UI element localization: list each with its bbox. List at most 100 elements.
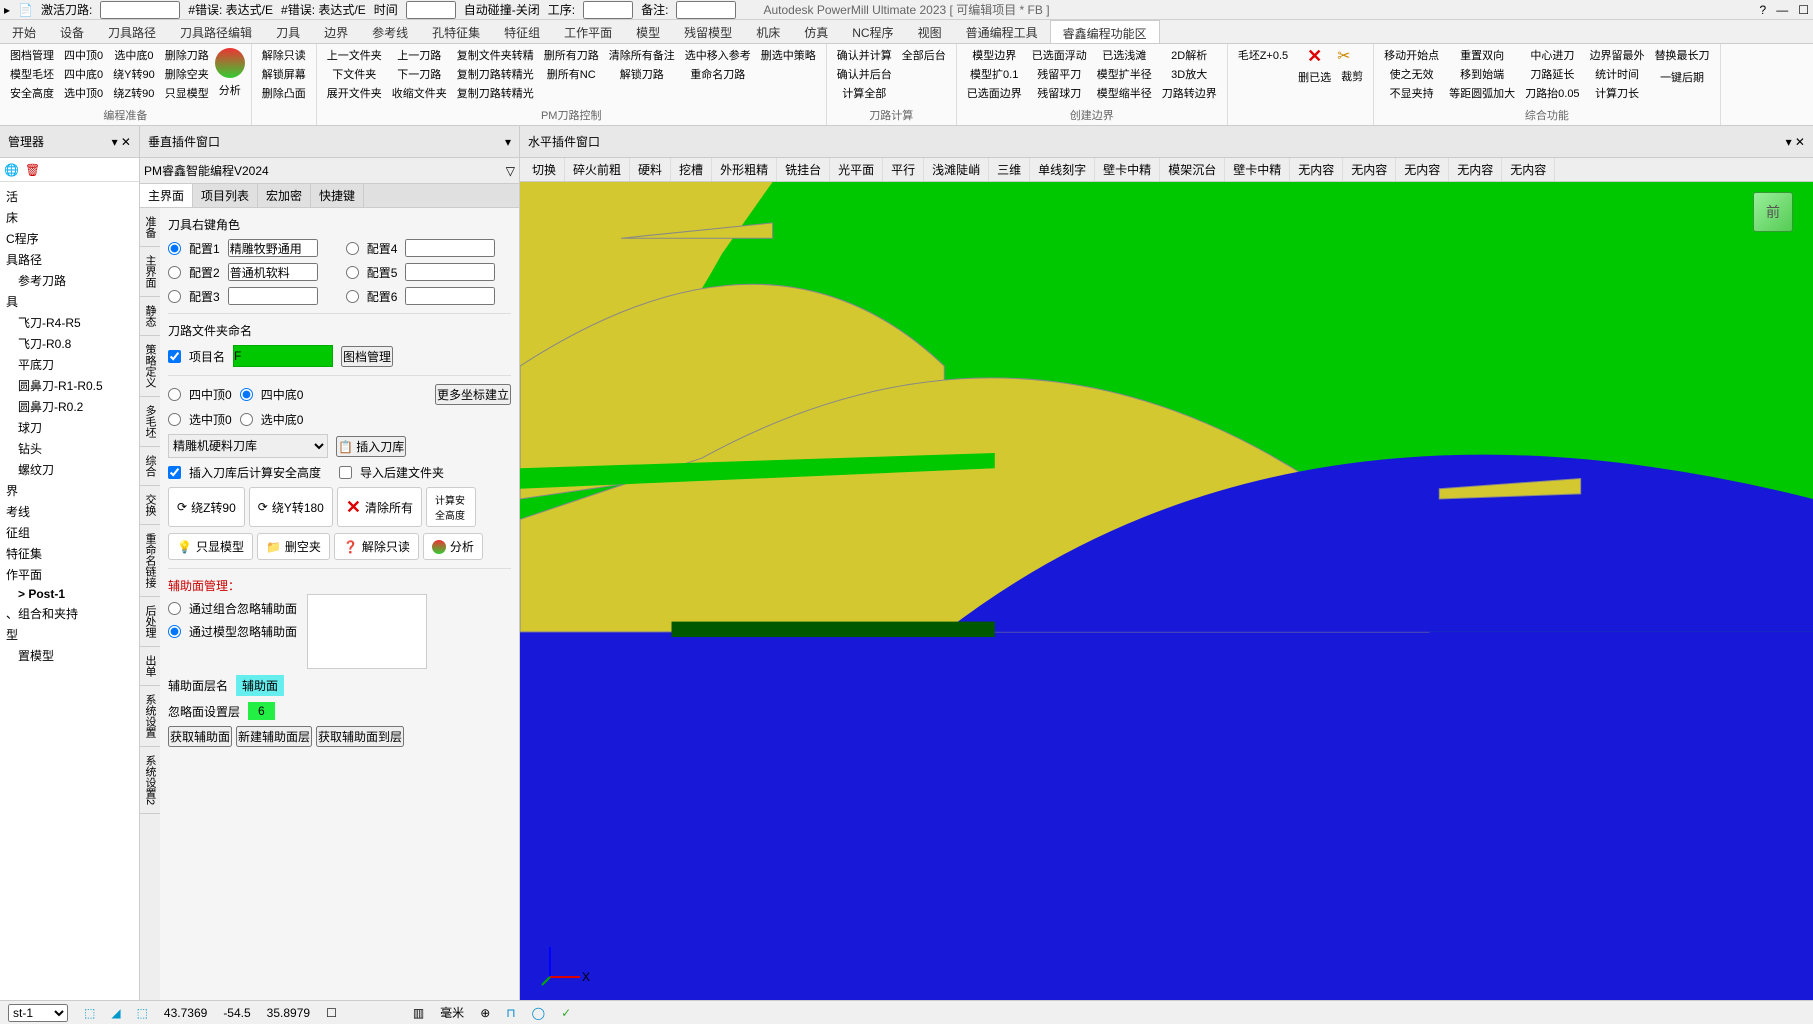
ribbon-tab[interactable]: 边界 (312, 20, 360, 43)
ribbon-button[interactable]: 删除空夹 (161, 65, 213, 83)
viewport-tool-button[interactable]: 三维 (989, 158, 1030, 181)
plugin-tab[interactable]: 快捷键 (311, 184, 364, 207)
ribbon-button[interactable]: 模型边界 (963, 46, 1026, 64)
ribbon-button[interactable] (540, 84, 603, 86)
analyze-icon[interactable] (215, 48, 245, 78)
aux-layer-value[interactable]: 辅助面 (236, 675, 284, 696)
ignore-layer-value[interactable]: 6 (248, 702, 275, 720)
config-input[interactable] (228, 263, 318, 281)
time-input[interactable] (406, 1, 456, 19)
help-icon[interactable]: ? (1760, 3, 1767, 17)
ribbon-tab[interactable]: 机床 (744, 20, 792, 43)
3d-viewport[interactable]: 前 X (520, 182, 1813, 1000)
tree-node[interactable]: 、组合和夹持 (2, 603, 137, 624)
tree-node[interactable]: 征组 (2, 522, 137, 543)
activate-input[interactable] (100, 1, 180, 19)
view-cube[interactable]: 前 (1753, 192, 1793, 232)
plugin-tab[interactable]: 宏加密 (258, 184, 311, 207)
config-radio[interactable] (168, 242, 181, 255)
coord-opt3-radio[interactable] (168, 413, 181, 426)
ribbon-tab[interactable]: 设备 (48, 20, 96, 43)
maximize-icon[interactable]: ☐ (1798, 3, 1809, 17)
viewport-tool-button[interactable]: 无内容 (1396, 158, 1449, 181)
config-radio2[interactable] (346, 242, 359, 255)
ribbon-button[interactable] (898, 68, 950, 70)
calc-safe-button[interactable]: 计算安全高度 (426, 487, 476, 527)
tree-node[interactable]: 置模型 (2, 645, 137, 666)
tree-node[interactable]: 具路径 (2, 249, 137, 270)
ribbon-button[interactable] (1651, 65, 1714, 67)
ruler-icon[interactable]: ▥ (413, 1006, 424, 1020)
globe-icon[interactable]: 🌐 (4, 163, 19, 177)
viewport-tool-button[interactable]: 碎火前粗 (565, 158, 630, 181)
ribbon-tab[interactable]: 睿鑫编程功能区 (1050, 20, 1160, 43)
ribbon-button[interactable]: 模型缩半径 (1093, 84, 1156, 102)
ribbon-button[interactable]: 解除只读 (258, 46, 310, 64)
config-input2[interactable] (405, 263, 495, 281)
ribbon-button[interactable]: 一键后期 (1651, 68, 1714, 86)
aux-action-button[interactable]: 获取辅助面 (168, 726, 232, 747)
ribbon-button[interactable]: 使之无效 (1380, 65, 1443, 83)
del-empty-button[interactable]: 📁 删空夹 (257, 533, 330, 560)
ribbon-button[interactable]: 选中底0 (109, 46, 159, 64)
tree-node[interactable]: > Post-1 (2, 585, 137, 603)
config-radio[interactable] (168, 290, 181, 303)
remark-input[interactable] (676, 1, 736, 19)
status-toggle[interactable]: ☐ (326, 1006, 337, 1020)
hp-close-icon[interactable]: ▾ ✕ (1786, 135, 1805, 149)
ribbon-button[interactable]: 清除所有备注 (605, 46, 679, 64)
tree-node[interactable]: 球刀 (2, 417, 137, 438)
ribbon-button[interactable]: 绕Y转90 (109, 65, 159, 83)
show-model-button[interactable]: 💡 只显模型 (168, 533, 253, 560)
viewport-tool-button[interactable]: 壁卡中精 (1225, 158, 1290, 181)
rotate-y180-button[interactable]: ⟳ 绕Y转180 (249, 487, 333, 527)
ribbon-button[interactable]: 残留球刀 (1028, 84, 1091, 102)
side-tab[interactable]: 主界面 (140, 247, 160, 297)
ribbon-tab[interactable]: 刀具路径编辑 (168, 20, 264, 43)
ribbon-tab[interactable]: 开始 (0, 20, 48, 43)
import-folder-checkbox[interactable] (339, 466, 352, 479)
tree-node[interactable]: 圆鼻刀-R1-R0.5 (2, 375, 137, 396)
ribbon-button[interactable]: 移动开始点 (1380, 46, 1443, 64)
aux-action-button[interactable]: 新建辅助面层 (236, 726, 312, 747)
config-radio2[interactable] (346, 266, 359, 279)
ribbon-button[interactable]: 计算全部 (833, 84, 896, 102)
ribbon-button[interactable] (757, 68, 820, 70)
ribbon-button[interactable]: 刀路转边界 (1158, 84, 1221, 102)
more-coords-button[interactable]: 更多坐标建立 (435, 384, 511, 405)
dropdown-icon[interactable]: ▽ (506, 164, 515, 178)
viewport-tool-button[interactable]: 光平面 (830, 158, 883, 181)
side-tab[interactable]: 系统设置2 (140, 747, 160, 814)
viewport-tool-button[interactable]: 浅滩陡峭 (924, 158, 989, 181)
config-radio2[interactable] (346, 290, 359, 303)
ribbon-button[interactable]: 解锁刀路 (605, 65, 679, 83)
viewport-tool-button[interactable]: 模架沉台 (1160, 158, 1225, 181)
viewport-tool-button[interactable]: 硬料 (630, 158, 671, 181)
unlock-button[interactable]: ❓ 解除只读 (334, 533, 419, 560)
aux-action-button[interactable]: 获取辅助面到层 (316, 726, 404, 747)
ribbon-button[interactable] (605, 84, 679, 86)
config-radio[interactable] (168, 266, 181, 279)
ribbon-tab[interactable]: 模型 (624, 20, 672, 43)
crop-icon[interactable]: ✂ (1337, 46, 1367, 66)
ribbon-button[interactable]: 计算刀长 (1586, 84, 1649, 102)
status-icon1[interactable]: ⬚ (84, 1006, 95, 1020)
ribbon-button[interactable]: 3D放大 (1158, 65, 1221, 83)
tree-node[interactable]: C程序 (2, 228, 137, 249)
ribbon-button[interactable] (898, 65, 950, 67)
ribbon-button[interactable]: 确认并计算 (833, 46, 896, 64)
magnet-icon[interactable]: ⊓ (506, 1006, 515, 1020)
ribbon-button[interactable]: 统计时间 (1586, 65, 1649, 83)
tree-node[interactable]: 圆鼻刀-R0.2 (2, 396, 137, 417)
config-input[interactable] (228, 287, 318, 305)
ribbon-button[interactable]: 模型扩半径 (1093, 65, 1156, 83)
ribbon-button[interactable]: 绕Z转90 (109, 84, 159, 102)
ellipse-icon[interactable]: ◯ (532, 1006, 545, 1020)
side-tab[interactable]: 静态 (140, 297, 160, 336)
ribbon-tab[interactable]: 视图 (906, 20, 954, 43)
ribbon-button[interactable]: 模型扩0.1 (963, 65, 1026, 83)
ribbon-button[interactable]: 安全高度 (6, 84, 58, 102)
close-icon[interactable]: ▾ (505, 135, 511, 149)
tree-node[interactable]: 螺纹刀 (2, 459, 137, 480)
viewport-tool-button[interactable]: 铣挂台 (777, 158, 830, 181)
